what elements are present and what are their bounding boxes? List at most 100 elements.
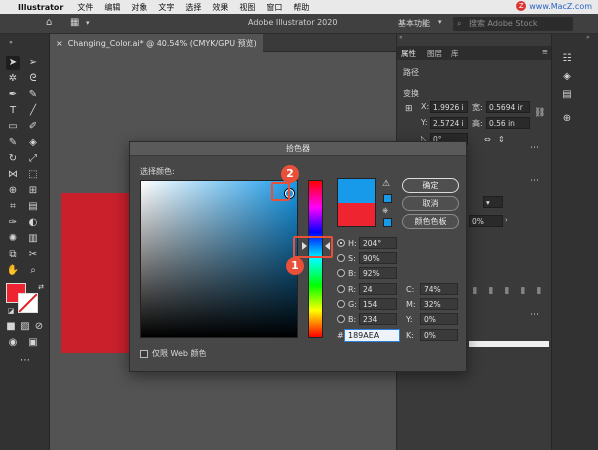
reference-point-icon[interactable]: ⊞ [405, 104, 413, 114]
panel-menu-icon[interactable]: ≡ [542, 47, 548, 56]
tab-properties[interactable]: 属性 [401, 48, 416, 59]
shaper-tool-icon[interactable]: ✎ [6, 136, 20, 150]
paintbrush-tool-icon[interactable]: ✐ [26, 120, 40, 134]
checkbox-icon[interactable] [140, 349, 148, 358]
hex-field[interactable]: 189AEA [344, 329, 400, 342]
original-color-swatch[interactable] [337, 203, 376, 227]
default-fill-stroke-icon[interactable]: ◪ [4, 304, 18, 318]
magenta-field[interactable]: 32% [420, 298, 458, 310]
chevron-down-icon[interactable]: ▾ [86, 19, 90, 27]
align-icon[interactable]: ⫴ [521, 287, 525, 297]
menu-file[interactable]: 文件 [77, 2, 93, 13]
column-graph-tool-icon[interactable]: ▥ [26, 232, 40, 246]
color-mode-icon[interactable]: ■ [4, 320, 18, 334]
width-tool-icon[interactable]: ⋈ [6, 168, 20, 182]
mesh-tool-icon[interactable]: ⌗ [6, 200, 20, 214]
hand-tool-icon[interactable]: ✋ [6, 264, 20, 278]
gamut-swatch[interactable] [383, 194, 392, 203]
gradient-tool-icon[interactable]: ▤ [26, 200, 40, 214]
curvature-tool-icon[interactable]: ✎ [26, 88, 40, 102]
tab-layers[interactable]: 图层 [427, 48, 442, 59]
lasso-tool-icon[interactable]: ᘓ [26, 72, 40, 86]
flip-vertical-icon[interactable]: ⇕ [498, 135, 505, 144]
saturation-radio[interactable] [337, 254, 345, 262]
color-swatches-button[interactable]: 颜色色板 [402, 214, 459, 229]
chevron-right-icon[interactable]: › [505, 216, 508, 224]
shape-builder-tool-icon[interactable]: ⊕ [6, 184, 20, 198]
align-icon[interactable]: ⫴ [505, 287, 509, 297]
red-field[interactable]: 24 [359, 283, 397, 295]
scale-tool-icon[interactable]: ⤢ [26, 152, 40, 166]
workspace-chevron-icon[interactable]: ▾ [438, 18, 442, 26]
web-safe-swatch[interactable] [383, 218, 392, 227]
rotate-tool-icon[interactable]: ↻ [6, 152, 20, 166]
properties-panel-icon[interactable]: ☷ [560, 52, 574, 66]
align-icon[interactable]: ⫴ [537, 287, 541, 297]
web-colors-only-checkbox[interactable]: 仅限 Web 颜色 [140, 348, 207, 359]
brightness-field[interactable]: 92% [359, 267, 397, 279]
opacity-field[interactable]: 0% [469, 215, 503, 227]
menu-window[interactable]: 窗口 [266, 2, 282, 13]
w-field[interactable]: 0.5694 ir [486, 101, 530, 113]
magic-wand-tool-icon[interactable]: ✲ [6, 72, 20, 86]
brightness-radio[interactable] [337, 269, 345, 277]
blue-radio[interactable] [337, 315, 345, 323]
none-mode-icon[interactable]: ⊘ [32, 320, 46, 334]
black-field[interactable]: 0% [420, 329, 458, 341]
screen-mode-icon[interactable]: ▣ [26, 336, 40, 350]
hue-radio[interactable] [337, 239, 345, 247]
line-tool-icon[interactable]: ╱ [26, 104, 40, 118]
red-radio[interactable] [337, 285, 345, 293]
hue-slider[interactable] [308, 180, 323, 338]
menu-view[interactable]: 视图 [239, 2, 255, 13]
x-field[interactable]: 1.9926 i [430, 101, 468, 113]
panel-collapse-icon[interactable]: « [399, 34, 403, 41]
gradient-mode-icon[interactable]: ▨ [18, 320, 32, 334]
ok-button[interactable]: 确定 [402, 178, 459, 193]
menu-select[interactable]: 选择 [185, 2, 201, 13]
dock-collapse-icon[interactable]: » [586, 34, 590, 41]
y-field[interactable]: 2.5724 i [430, 117, 468, 129]
menu-edit[interactable]: 编辑 [104, 2, 120, 13]
blend-tool-icon[interactable]: ◐ [26, 216, 40, 230]
draw-mode-icon[interactable]: ◉ [6, 336, 20, 350]
perspective-grid-tool-icon[interactable]: ⊞ [26, 184, 40, 198]
menu-effect[interactable]: 效果 [212, 2, 228, 13]
yellow-field[interactable]: 0% [420, 313, 458, 325]
constrain-proportions-icon[interactable]: ⛓ [534, 108, 545, 118]
workspace-switcher[interactable]: 基本功能 [398, 18, 430, 29]
slice-tool-icon[interactable]: ✂ [26, 248, 40, 262]
zoom-tool-icon[interactable]: ⌕ [26, 264, 40, 278]
libraries-panel-icon[interactable]: ▤ [560, 88, 574, 102]
eraser-tool-icon[interactable]: ◈ [26, 136, 40, 150]
tab-libraries[interactable]: 库 [451, 48, 459, 59]
stock-search-input[interactable]: ⌕ 搜索 Adobe Stock [453, 17, 573, 31]
arrange-documents-icon[interactable]: ▦ [70, 17, 79, 28]
type-tool-icon[interactable]: T [6, 104, 20, 118]
panel-collapse-icon[interactable]: » [4, 36, 18, 50]
symbol-sprayer-tool-icon[interactable]: ✺ [6, 232, 20, 246]
green-field[interactable]: 154 [359, 298, 397, 310]
more-tools-icon[interactable]: ⋯ [18, 354, 32, 368]
free-transform-tool-icon[interactable]: ⬚ [26, 168, 40, 182]
close-icon[interactable]: × [56, 39, 63, 48]
rectangle-tool-icon[interactable]: ▭ [6, 120, 20, 134]
color-field[interactable] [140, 180, 298, 338]
artboard-tool-icon[interactable]: ⧉ [6, 248, 20, 262]
pen-tool-icon[interactable]: ✒ [6, 88, 20, 102]
swap-fill-stroke-icon[interactable]: ⇄ [34, 280, 48, 294]
cyan-field[interactable]: 74% [420, 283, 458, 295]
flip-horizontal-icon[interactable]: ⇔ [484, 135, 491, 144]
document-tab[interactable]: × Changing_Color.ai* @ 40.54% (CMYK/GPU … [50, 34, 263, 52]
h-field[interactable]: 0.56 in [486, 117, 530, 129]
menu-type[interactable]: 文字 [158, 2, 174, 13]
home-icon[interactable]: ⌂ [46, 17, 52, 28]
green-radio[interactable] [337, 300, 345, 308]
out-of-gamut-warning-icon[interactable]: ⚠ [382, 179, 390, 189]
selected-rectangle-artwork[interactable] [61, 193, 129, 353]
layers-panel-icon[interactable]: ◈ [560, 70, 574, 84]
eyedropper-tool-icon[interactable]: ✑ [6, 216, 20, 230]
align-icon[interactable]: ⫴ [489, 287, 493, 297]
menu-object[interactable]: 对象 [131, 2, 147, 13]
stroke-swatch[interactable] [18, 293, 38, 313]
